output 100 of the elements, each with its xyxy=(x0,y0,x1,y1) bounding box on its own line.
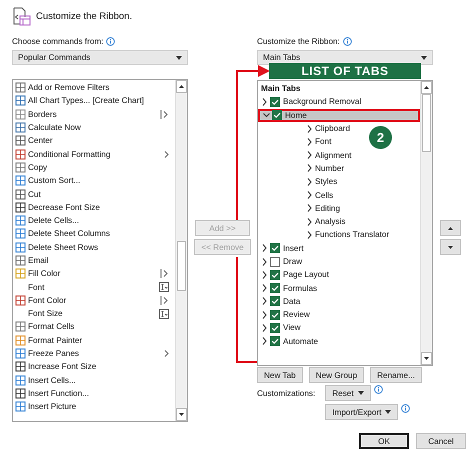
chevron-icon[interactable] xyxy=(261,310,268,319)
field-label: Choose commands from: xyxy=(12,36,104,46)
command-item[interactable]: Cut xyxy=(13,187,175,201)
ribbon-tab-item[interactable]: Home xyxy=(258,108,420,122)
checkbox[interactable] xyxy=(272,110,282,120)
command-item[interactable]: Insert Function... xyxy=(13,386,175,400)
ribbon-tab-item[interactable]: Automate xyxy=(258,334,420,348)
ribbon-group-item[interactable]: Number xyxy=(258,162,350,176)
command-icon xyxy=(15,321,26,332)
ribbon-group-item[interactable]: Font xyxy=(258,135,338,148)
scrollbar-thumb[interactable] xyxy=(422,94,431,152)
command-item[interactable]: Borders xyxy=(13,108,175,121)
command-icon xyxy=(15,255,26,266)
scroll-down-button[interactable] xyxy=(176,408,187,421)
command-item[interactable]: Center xyxy=(13,134,175,148)
dropdown-caret-icon xyxy=(176,56,182,60)
ribbon-group-item[interactable]: Editing xyxy=(258,202,346,215)
command-item[interactable]: Copy xyxy=(13,160,175,174)
command-icon xyxy=(15,388,26,399)
ribbon-tab-item[interactable]: Draw xyxy=(258,254,420,268)
command-item[interactable]: Conditional Formatting xyxy=(13,147,175,161)
command-item[interactable]: Delete Sheet Columns xyxy=(13,227,175,241)
split-arrow-icon xyxy=(160,296,169,305)
chevron-icon[interactable] xyxy=(261,98,268,106)
ribbon-tab-item[interactable]: Review xyxy=(258,308,420,322)
command-item[interactable]: All Chart Types... [Create Chart] xyxy=(13,94,175,108)
command-item[interactable]: Format Painter xyxy=(13,334,175,347)
command-item[interactable]: Font Size xyxy=(13,307,175,320)
command-item[interactable]: Font xyxy=(13,280,175,294)
chevron-icon[interactable] xyxy=(261,258,268,266)
command-item[interactable]: Increase Font Size xyxy=(13,360,175,374)
chevron-icon[interactable] xyxy=(261,244,268,252)
ribbon-group-item[interactable]: Cells xyxy=(258,188,340,202)
command-item[interactable]: Decrease Font Size xyxy=(13,200,175,214)
ribbon-group-item[interactable]: Functions Translator xyxy=(258,228,396,242)
command-item[interactable]: Calculate Now xyxy=(13,120,175,134)
checkbox[interactable] xyxy=(270,336,280,346)
ribbon-group-item[interactable]: Clipboard xyxy=(258,122,356,136)
ribbon-group-item[interactable]: Analysis xyxy=(258,214,352,228)
ribbon-tab-item[interactable]: Formulas xyxy=(258,281,420,295)
checkbox[interactable] xyxy=(270,256,280,266)
cancel-button[interactable]: Cancel xyxy=(416,433,466,449)
ribbon-tab-item[interactable]: Background Removal xyxy=(258,95,420,109)
ribbon-action-button[interactable]: New Group xyxy=(308,367,364,383)
chevron-icon[interactable] xyxy=(261,270,268,279)
command-item[interactable]: Freeze Panes xyxy=(13,346,175,360)
command-icon xyxy=(15,215,26,226)
reset-button[interactable]: Reset xyxy=(325,385,371,401)
command-icon xyxy=(15,82,26,94)
command-item[interactable]: Insert Picture xyxy=(13,400,175,414)
info-icon xyxy=(106,36,116,46)
ribbon-group-item[interactable]: Styles xyxy=(258,175,344,188)
import-export-button[interactable]: Import/Export xyxy=(325,404,398,420)
scroll-up-button[interactable] xyxy=(421,81,432,94)
command-item[interactable]: Custom Sort... xyxy=(13,174,175,188)
checkbox[interactable] xyxy=(270,322,280,333)
checkbox[interactable] xyxy=(270,310,280,320)
ribbon-action-button[interactable]: Rename... xyxy=(370,367,422,383)
command-icon xyxy=(15,202,26,213)
command-icon xyxy=(15,401,26,412)
command-item[interactable]: Delete Cells... xyxy=(13,214,175,228)
chevron-icon[interactable] xyxy=(261,297,268,306)
up-arrow-icon xyxy=(424,86,429,89)
ribbon-dialog-icon xyxy=(12,6,31,26)
checkbox[interactable] xyxy=(270,96,280,107)
command-item[interactable]: Insert Cells... xyxy=(13,374,175,387)
checkbox[interactable] xyxy=(270,270,280,280)
command-item[interactable]: Email xyxy=(13,254,175,268)
chevron-icon[interactable] xyxy=(261,284,268,292)
info-icon xyxy=(342,36,352,46)
ribbon-tab-item[interactable]: Data xyxy=(258,294,420,308)
ribbon-tab-item[interactable]: View xyxy=(258,321,420,335)
command-icon xyxy=(15,361,26,372)
command-item[interactable]: Add or Remove Filters xyxy=(13,81,175,94)
ribbon-tab-item[interactable]: Page Layout xyxy=(258,268,420,282)
ribbon-action-button[interactable]: New Tab xyxy=(257,367,303,383)
checkbox[interactable] xyxy=(270,296,280,306)
ok-button[interactable]: OK xyxy=(359,433,409,449)
command-item[interactable]: Fill Color xyxy=(13,267,175,280)
commands-dropdown[interactable]: Popular Commands xyxy=(12,50,188,65)
command-item[interactable]: Format Cells xyxy=(13,320,175,334)
command-icon xyxy=(15,374,26,386)
checkbox[interactable] xyxy=(270,243,280,254)
command-item[interactable]: Font Color xyxy=(13,294,175,308)
command-item[interactable]: Delete Sheet Rows xyxy=(13,240,175,254)
checkbox[interactable] xyxy=(270,283,280,294)
chevron-icon[interactable] xyxy=(263,111,270,120)
chevron-icon[interactable] xyxy=(261,337,268,346)
scroll-up-button[interactable] xyxy=(176,80,187,93)
field-label: Customize the Ribbon: xyxy=(257,36,340,46)
ribbon-tab-item[interactable]: Insert xyxy=(258,242,420,255)
move-down-button[interactable] xyxy=(440,239,461,255)
down-arrow-icon xyxy=(424,357,429,360)
scrollbar-thumb[interactable] xyxy=(177,241,186,291)
ribbon-group-item[interactable]: Alignment xyxy=(258,148,358,162)
move-up-button[interactable] xyxy=(440,220,461,236)
command-icon xyxy=(15,95,26,106)
annotation-banner: LIST OF TABS xyxy=(269,63,421,79)
chevron-icon[interactable] xyxy=(261,324,268,332)
scroll-down-button[interactable] xyxy=(421,352,432,365)
